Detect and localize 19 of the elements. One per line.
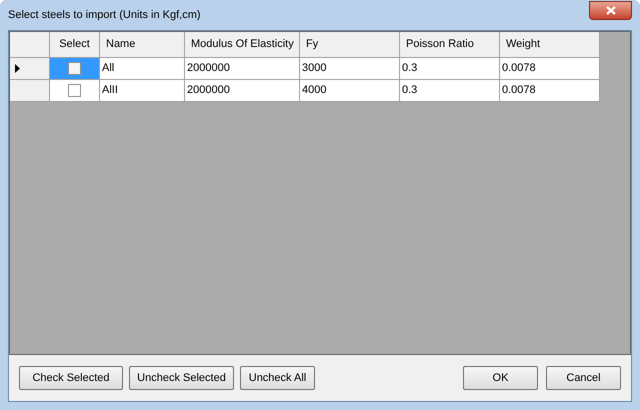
table-cell: 0.0078 [500,80,600,102]
table-cell[interactable] [50,80,100,102]
action-button[interactable]: Uncheck All [240,366,315,390]
action-button[interactable]: Uncheck Selected [129,366,234,390]
checkbox[interactable] [68,62,81,75]
table-cell: 2000000 [185,80,300,102]
table-cell[interactable] [50,58,100,80]
current-row-icon [15,64,20,73]
action-button[interactable]: Check Selected [19,366,123,390]
checkbox[interactable] [68,84,81,97]
dialog-button[interactable]: Cancel [546,366,621,390]
table-cell: AlII [100,80,185,102]
close-icon [606,6,616,15]
dialog-button[interactable]: OK [463,366,538,390]
close-button[interactable] [589,1,632,20]
table-cell: 0.3 [400,80,500,102]
row-header[interactable] [10,58,50,80]
window-title: Select steels to import (Units in Kgf,cm) [8,8,201,23]
table-cell: 4000 [300,80,400,102]
